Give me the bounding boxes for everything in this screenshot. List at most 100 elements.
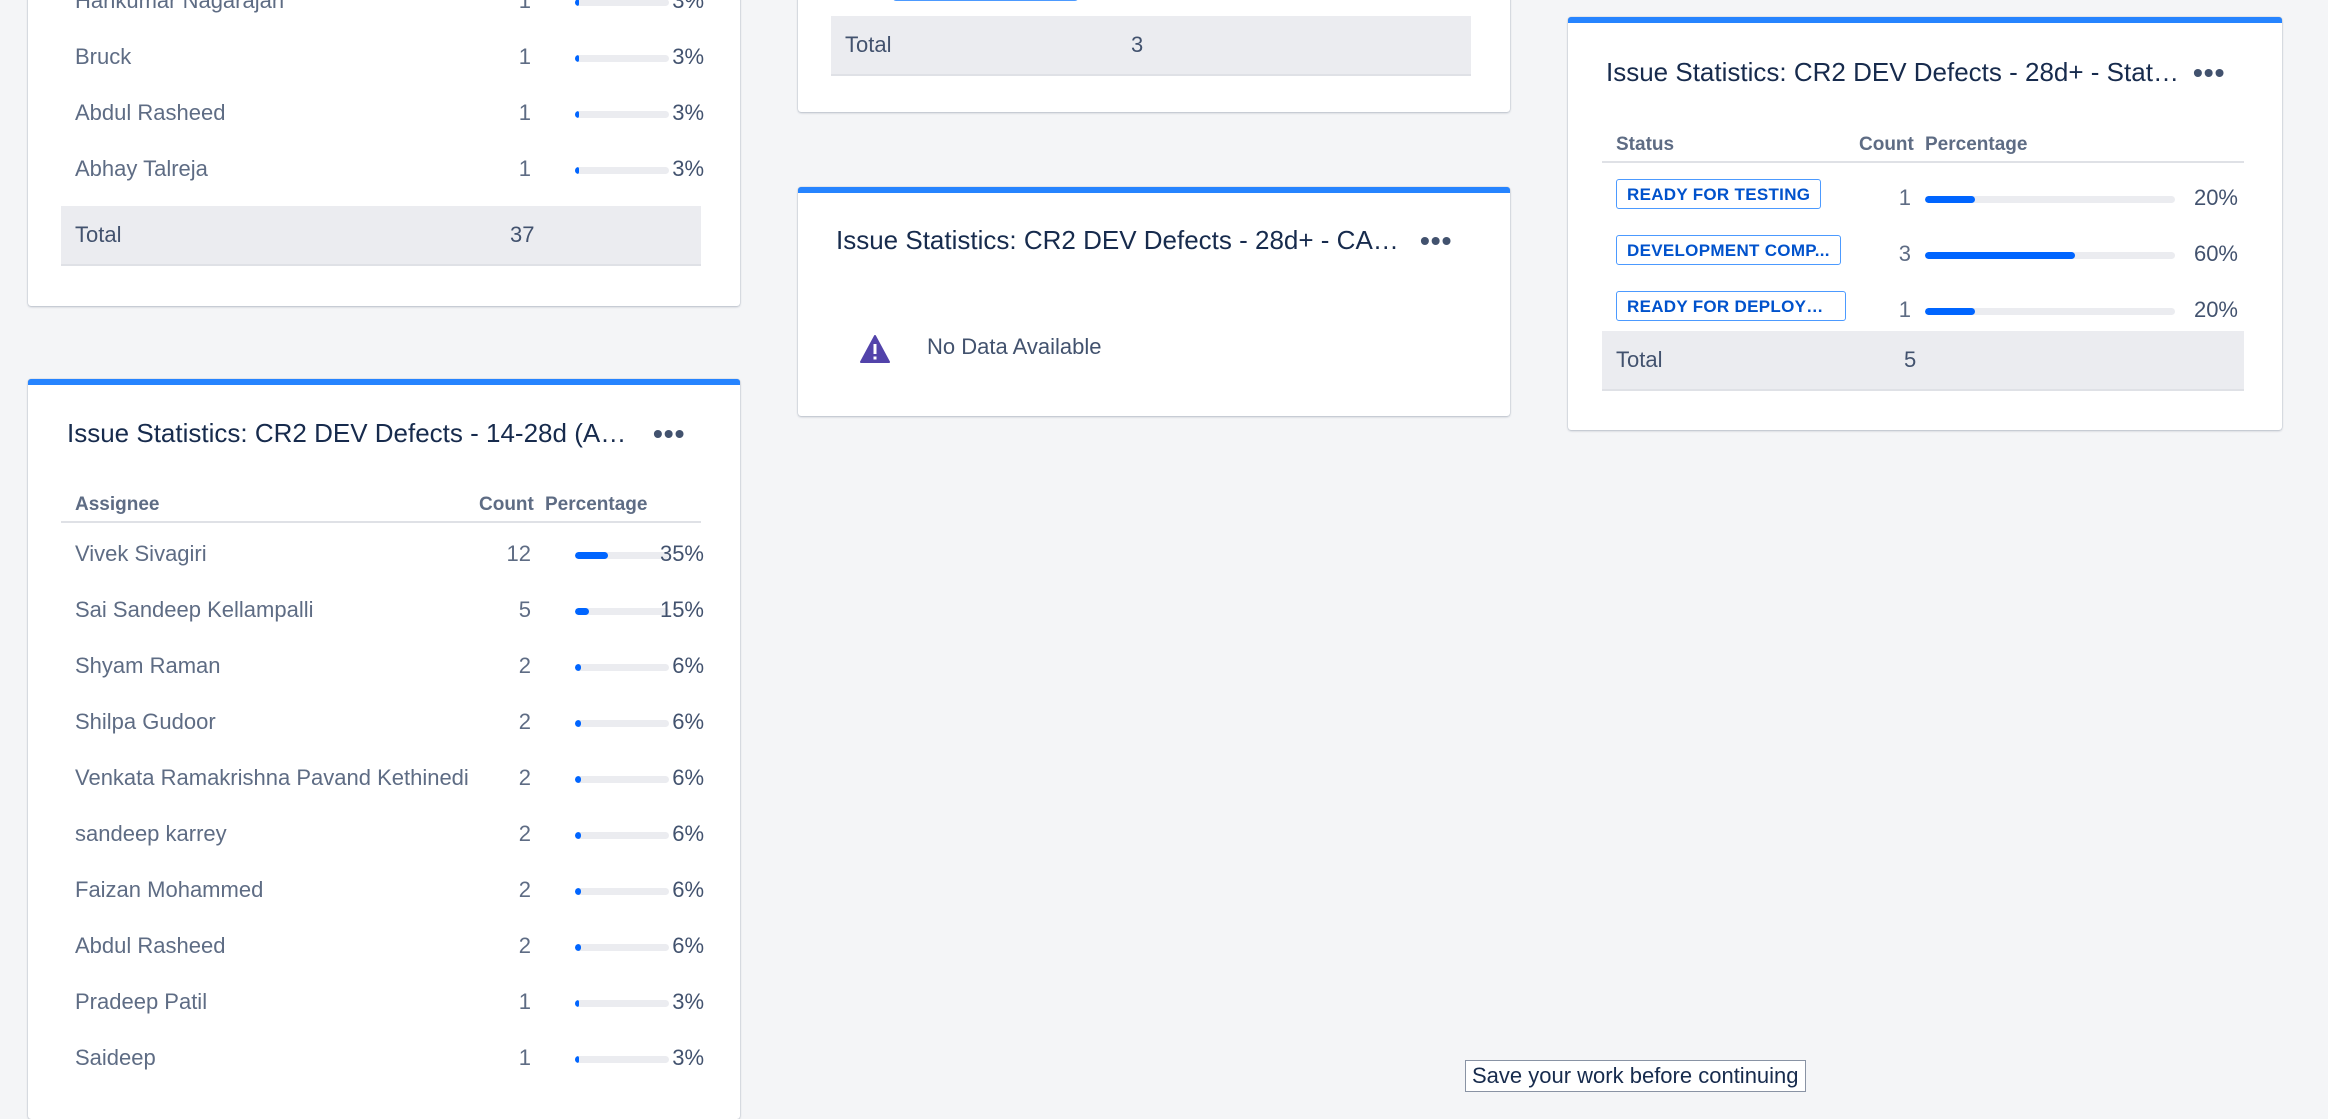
total-label: Total xyxy=(75,222,122,247)
issue-count[interactable]: 12 xyxy=(471,541,531,567)
assignee-name[interactable]: Bruck xyxy=(75,44,131,70)
gadget-assignee-stats-14-28d: Issue Statistics: CR2 DEV Defects - 14-2… xyxy=(28,379,740,1119)
percentage-value: 3% xyxy=(672,100,704,125)
percentage-bar-fill xyxy=(575,167,579,174)
gadget-title[interactable]: Issue Statistics: CR2 DEV Defects - 14-2… xyxy=(67,418,637,449)
issue-count[interactable]: 1 xyxy=(471,100,531,126)
assignee-name[interactable]: Vivek Sivagiri xyxy=(75,541,207,567)
percentage-value: 3% xyxy=(672,0,704,13)
table-header: Status Count Percentage xyxy=(1602,131,2244,163)
percentage-value: 3% xyxy=(672,44,704,69)
issue-count[interactable]: 1 xyxy=(1851,297,1911,323)
issue-count[interactable]: 2 xyxy=(471,709,531,735)
assignee-name[interactable]: Faizan Mohammed xyxy=(75,877,263,903)
issue-count[interactable]: 5 xyxy=(471,597,531,623)
table-row: Faizan Mohammed 2 6% xyxy=(61,863,704,919)
issue-count[interactable]: 1 xyxy=(1851,185,1911,211)
percentage-value: 6% xyxy=(672,653,704,678)
status-lozenge[interactable]: DEVELOPMENT COMP... xyxy=(1616,235,1841,265)
total-row: Total 3 xyxy=(831,16,1471,76)
assignee-name[interactable]: Abdul Rasheed xyxy=(75,100,225,126)
gadget-middle-top: Total 3 xyxy=(798,0,1510,112)
table-row: DEVELOPMENT COMP... 3 60% xyxy=(1602,227,2244,283)
total-label: Total xyxy=(845,32,892,57)
more-options-icon[interactable]: ••• xyxy=(2193,59,2225,87)
column-header-assignee[interactable]: Assignee xyxy=(75,494,159,516)
issue-count[interactable]: 2 xyxy=(471,653,531,679)
status-lozenge[interactable]: READY FOR DEPLOYM... xyxy=(1616,291,1846,321)
assignee-name[interactable]: Shilpa Gudoor xyxy=(75,709,216,735)
total-row: Total 37 xyxy=(61,206,701,266)
issue-count[interactable]: 3 xyxy=(1851,241,1911,267)
gadget-title[interactable]: Issue Statistics: CR2 DEV Defects - 28d+… xyxy=(1606,57,2186,88)
issue-count[interactable]: 1 xyxy=(471,156,531,182)
percentage-bar-fill xyxy=(1925,252,2075,259)
table-row: Abdul Rasheed 1 3% xyxy=(61,86,704,142)
table-row: Abdul Rasheed 2 6% xyxy=(61,919,704,975)
table-row: Sai Sandeep Kellampalli 5 15% xyxy=(61,583,704,639)
gadget-cara-stats: Issue Statistics: CR2 DEV Defects - 28d+… xyxy=(798,187,1510,416)
table-row: sandeep karrey 2 6% xyxy=(61,807,704,863)
gadget-status-stats: Issue Statistics: CR2 DEV Defects - 28d+… xyxy=(1568,17,2282,430)
issue-count[interactable]: 2 xyxy=(471,933,531,959)
gadget-title[interactable]: Issue Statistics: CR2 DEV Defects - 28d+… xyxy=(836,225,1406,256)
issue-count[interactable]: 2 xyxy=(471,765,531,791)
column-header-count[interactable]: Count xyxy=(479,494,534,516)
more-options-icon[interactable]: ••• xyxy=(653,420,685,448)
percentage-bar-fill xyxy=(575,888,581,895)
issue-count[interactable]: 1 xyxy=(471,44,531,70)
save-work-tooltip: Save your work before continuing xyxy=(1465,1060,1806,1092)
table-row: READY FOR TESTING 1 20% xyxy=(1602,171,2244,227)
assignee-name[interactable]: Abhay Talreja xyxy=(75,156,208,182)
issue-count[interactable]: 2 xyxy=(471,877,531,903)
status-lozenge[interactable]: READY FOR TESTING xyxy=(1616,179,1822,209)
percentage-bar-fill xyxy=(575,111,579,118)
percentage-bar-fill xyxy=(1925,196,1975,203)
total-row: Total 5 xyxy=(1602,331,2244,391)
percentage-bar-fill xyxy=(575,1056,579,1063)
assignee-name[interactable]: Harikumar Nagarajan xyxy=(75,0,284,14)
assignee-name[interactable]: Shyam Raman xyxy=(75,653,221,679)
percentage-value: 20% xyxy=(2193,297,2238,322)
total-value: 3 xyxy=(1131,32,1144,57)
assignee-name[interactable]: sandeep karrey xyxy=(75,821,227,847)
column-header-count[interactable]: Count xyxy=(1859,134,1914,156)
table-row: Venkata Ramakrishna Pavand Kethinedi 2 6% xyxy=(61,751,704,807)
percentage-bar xyxy=(1925,252,2175,259)
issue-count[interactable]: 1 xyxy=(471,989,531,1015)
column-header-percentage[interactable]: Percentage xyxy=(1925,134,2027,156)
table-row: Shilpa Gudoor 2 6% xyxy=(61,695,704,751)
percentage-value: 60% xyxy=(2193,241,2238,266)
percentage-bar-fill xyxy=(575,552,608,559)
table-row: Shyam Raman 2 6% xyxy=(61,639,704,695)
issue-count[interactable]: 1 xyxy=(471,1045,531,1071)
percentage-value: 35% xyxy=(659,541,704,566)
column-header-percentage[interactable]: Percentage xyxy=(545,494,647,516)
table-row: Saideep 1 3% xyxy=(61,1031,704,1087)
assignee-name[interactable]: Abdul Rasheed xyxy=(75,933,225,959)
total-value: 37 xyxy=(510,222,535,247)
percentage-value: 6% xyxy=(672,765,704,790)
assignee-name[interactable]: Saideep xyxy=(75,1045,156,1071)
percentage-value: 15% xyxy=(659,597,704,622)
table-row: Pradeep Patil 1 3% xyxy=(61,975,704,1031)
percentage-value: 20% xyxy=(2193,185,2238,210)
percentage-bar-fill xyxy=(575,944,581,951)
more-options-icon[interactable]: ••• xyxy=(1420,227,1452,255)
issue-count[interactable]: 2 xyxy=(471,821,531,847)
column-header-status[interactable]: Status xyxy=(1616,134,1674,156)
lozenge-partial[interactable] xyxy=(893,0,1078,1)
issue-count[interactable]: 1 xyxy=(471,0,531,14)
assignee-name[interactable]: Venkata Ramakrishna Pavand Kethinedi xyxy=(75,765,469,791)
gadget-assignee-stats-top: Harikumar Nagarajan 1 3% Bruck 1 3% Abdul Rash… xyxy=(28,0,740,306)
warning-icon xyxy=(860,335,890,363)
table-row: Vivek Sivagiri 12 35% xyxy=(61,527,704,583)
percentage-bar-fill xyxy=(575,0,579,6)
percentage-value: 3% xyxy=(672,1045,704,1070)
assignee-name[interactable]: Pradeep Patil xyxy=(75,989,207,1015)
percentage-bar-fill xyxy=(575,608,590,615)
percentage-bar-fill xyxy=(575,776,581,783)
percentage-bar xyxy=(1925,308,2175,315)
assignee-name[interactable]: Sai Sandeep Kellampalli xyxy=(75,597,314,623)
percentage-bar-fill xyxy=(575,55,579,62)
